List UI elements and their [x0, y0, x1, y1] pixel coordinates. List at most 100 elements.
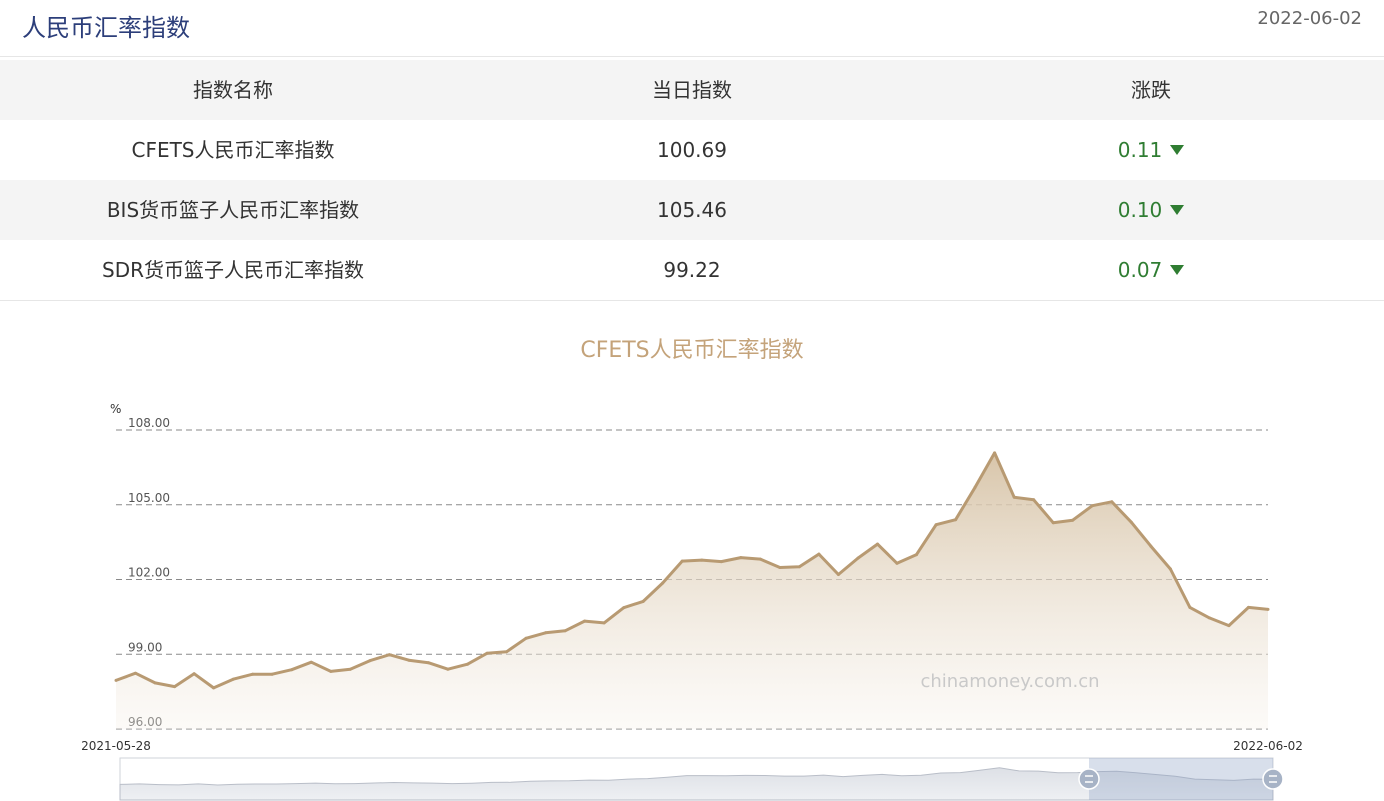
data-point [368, 659, 372, 663]
data-point [1110, 500, 1114, 504]
table-header-row: 指数名称 当日指数 涨跌 [0, 60, 1384, 120]
data-point [309, 660, 313, 664]
data-point [1129, 520, 1133, 524]
data-point [622, 606, 626, 610]
data-point [993, 451, 997, 455]
data-point [1188, 605, 1192, 609]
data-point [1168, 567, 1172, 571]
data-point [1266, 607, 1270, 611]
column-header-change: 涨跌 [1131, 78, 1171, 102]
data-point [934, 523, 938, 527]
y-tick-label: 105.00 [128, 491, 170, 505]
data-point [719, 560, 723, 564]
data-point [563, 629, 567, 633]
data-point [641, 599, 645, 603]
y-tick-label: 102.00 [128, 566, 170, 580]
index-value: 99.22 [663, 258, 721, 282]
data-point [505, 650, 508, 654]
cfets-chart: CFETS人民币汇率指数 % 108.00105.00102.0099.0096… [81, 338, 1303, 801]
data-point [1227, 624, 1231, 628]
data-point [466, 662, 469, 666]
data-point [1012, 495, 1016, 499]
data-point [1071, 518, 1075, 522]
index-change-cell: 0.07 [918, 240, 1384, 300]
x-end-label: 2022-06-02 [1233, 739, 1303, 753]
chart-title: CFETS人民币汇率指数 [580, 338, 803, 363]
data-point [407, 658, 411, 662]
data-point [758, 557, 762, 561]
data-point [134, 671, 137, 675]
data-point [1090, 504, 1094, 508]
data-point [231, 677, 235, 681]
data-point [485, 651, 489, 655]
data-point [348, 667, 352, 671]
page-header: 人民币汇率指数 2022-06-02 [0, 0, 1384, 57]
data-point [661, 581, 665, 585]
navigator-handle-left[interactable] [1078, 768, 1100, 790]
data-point [739, 556, 743, 560]
data-point [817, 552, 821, 556]
data-point [270, 672, 274, 676]
data-point [212, 686, 216, 690]
data-point [778, 566, 782, 569]
data-point [856, 556, 860, 560]
y-tick-label: 99.00 [128, 640, 162, 654]
data-point [544, 631, 548, 635]
data-point [954, 518, 958, 522]
watermark: chinamoney.com.cn [920, 671, 1099, 692]
data-point [114, 678, 118, 682]
data-point [192, 672, 196, 676]
index-table: 指数名称 当日指数 涨跌 CFETS人民币汇率指数 100.69 0.11 BI… [0, 60, 1384, 301]
data-point [895, 561, 899, 565]
data-point [876, 542, 879, 546]
data-point [173, 685, 177, 689]
down-arrow-icon [1170, 264, 1185, 275]
data-point [1207, 616, 1211, 620]
data-point [290, 668, 294, 672]
table-row: SDR货币篮子人民币汇率指数 99.22 0.07 [0, 240, 1384, 301]
down-arrow-icon [1170, 204, 1185, 215]
data-point [797, 565, 801, 569]
index-change: 0.11 [1117, 138, 1163, 162]
index-name: CFETS人民币汇率指数 [131, 138, 335, 162]
index-change: 0.07 [1117, 258, 1163, 282]
table-row: CFETS人民币汇率指数 100.69 0.11 [0, 120, 1384, 180]
data-point [915, 553, 918, 557]
data-point [1051, 521, 1055, 525]
data-point [1149, 544, 1153, 548]
index-change-cell: 0.11 [918, 120, 1384, 180]
x-start-label: 2021-05-28 [81, 739, 151, 753]
navigator-handle-right[interactable] [1262, 768, 1284, 790]
data-point [1032, 498, 1036, 502]
index-change: 0.10 [1117, 198, 1163, 222]
column-header-value: 当日指数 [652, 78, 732, 102]
index-name: SDR货币篮子人民币汇率指数 [102, 258, 364, 282]
data-point [153, 681, 157, 685]
data-point [680, 559, 684, 563]
index-change-cell: 0.10 [918, 180, 1384, 240]
data-point [387, 653, 391, 657]
page-title: 人民币汇率指数 [22, 14, 190, 42]
data-point [973, 485, 977, 489]
data-point [836, 573, 840, 576]
data-point [446, 667, 450, 671]
down-arrow-icon [1170, 144, 1185, 155]
handle-left-icon[interactable] [1078, 768, 1100, 790]
range-navigator[interactable] [119, 757, 1284, 801]
y-axis-unit: % [110, 402, 121, 416]
data-point [1247, 605, 1250, 609]
index-name: BIS货币篮子人民币汇率指数 [106, 198, 360, 222]
data-point [700, 558, 704, 562]
data-point [329, 669, 333, 673]
index-value: 100.69 [657, 138, 727, 162]
data-point [524, 636, 528, 640]
data-point [426, 661, 430, 665]
y-tick-label: 108.00 [128, 416, 170, 430]
index-value: 105.46 [657, 198, 727, 222]
data-point [583, 619, 587, 623]
data-point [602, 621, 606, 625]
data-point [251, 672, 255, 676]
navigator-selection[interactable] [1089, 758, 1273, 800]
handle-right-icon[interactable] [1262, 768, 1284, 790]
table-row: BIS货币篮子人民币汇率指数 105.46 0.10 [0, 180, 1384, 240]
